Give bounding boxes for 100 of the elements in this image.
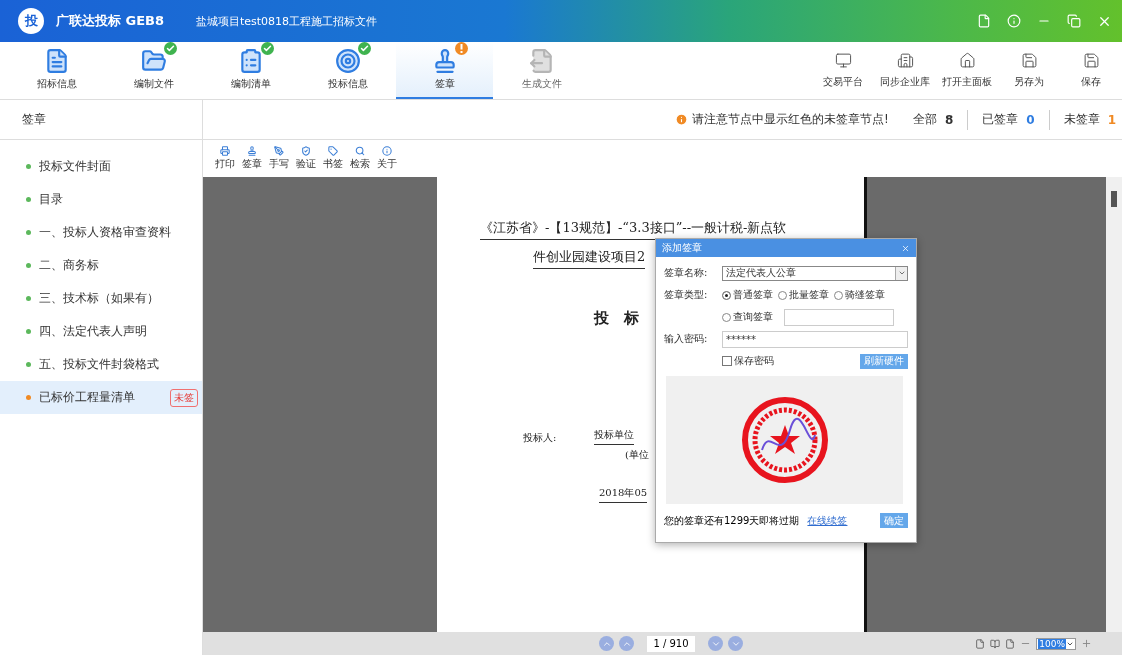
tree-item[interactable]: 二、商务标 (0, 249, 202, 282)
printer-icon (220, 146, 230, 156)
radio-button[interactable] (778, 290, 787, 300)
tree-item[interactable]: 四、法定代表人声明 (0, 315, 202, 348)
password-field[interactable]: ****** (722, 330, 908, 348)
next-page-button[interactable] (708, 636, 723, 651)
scrollbar-thumb[interactable] (1111, 191, 1117, 207)
document-heading: 投 标 (594, 309, 639, 328)
expiry-text: 您的签章还有1299天即将过期 (664, 513, 800, 528)
pdf-tool-button[interactable]: 书签 (321, 146, 345, 171)
toolbar-button[interactable]: 交易平台 (812, 42, 874, 99)
dialog-title: 添加签章 (662, 241, 702, 255)
pdf-tool-button[interactable]: 验证 (294, 146, 318, 171)
radio-option[interactable]: 查询签章 (722, 310, 773, 324)
caret-icon (897, 269, 906, 277)
toolbar-tab[interactable]: 编制文件 (105, 42, 202, 99)
count-value: 0 (1026, 112, 1035, 127)
toolbar-tab[interactable]: 招标信息 (8, 42, 105, 99)
folder-icon (140, 48, 167, 74)
app-name: 广联达投标 GEB8 (56, 12, 166, 30)
tree-item-label: 一、投标人资格审查资料 (39, 224, 172, 241)
field-label: 输入密码: (664, 332, 709, 346)
app-logo: 投 (18, 8, 44, 34)
field-label: 签章类型: (664, 288, 709, 302)
close-icon[interactable] (901, 243, 910, 253)
bidder-note: (单位 (625, 448, 649, 462)
pen-icon (274, 146, 284, 156)
monitor-icon (834, 52, 852, 69)
pdf-tool-button[interactable]: 手写 (267, 146, 291, 171)
page-icon[interactable] (975, 638, 986, 649)
checkbox[interactable] (722, 356, 732, 366)
tree-item-label: 四、法定代表人声明 (39, 323, 148, 340)
query-field[interactable] (784, 308, 894, 326)
info-icon[interactable] (1007, 14, 1021, 28)
pdf-tool-button[interactable]: 关于 (375, 146, 399, 171)
count-label: 未签章 (1063, 111, 1100, 128)
count-value: 8 (944, 112, 954, 127)
radio-button[interactable] (722, 290, 731, 300)
page-icon[interactable] (1005, 638, 1016, 649)
target-icon (334, 48, 361, 74)
radio-button[interactable] (722, 312, 731, 322)
save-as-icon (1020, 52, 1038, 69)
tree-item[interactable]: 投标文件封面 (0, 150, 202, 183)
count-label: 已签章 (982, 111, 1019, 128)
checkbox-option[interactable]: 保存密码 (722, 354, 774, 368)
tree-item-label: 五、投标文件封袋格式 (39, 356, 160, 373)
last-page-button[interactable] (728, 636, 743, 651)
radio-option[interactable]: 批量签章 (778, 288, 829, 302)
scrollbar[interactable] (1106, 177, 1122, 632)
tree-item[interactable]: 已标价工程量清单 未签 (0, 381, 202, 414)
radio-option[interactable]: 普通签章 (722, 288, 773, 302)
section-title: 签章 (0, 100, 203, 139)
renew-link[interactable]: 在线续签 (807, 513, 848, 528)
pdf-tool-button[interactable]: 签章 (240, 146, 264, 171)
info-icon (382, 146, 392, 156)
zoom-in-icon[interactable] (1081, 638, 1092, 649)
shield-icon (301, 146, 311, 156)
toolbar-button[interactable]: 另存为 (998, 42, 1060, 99)
stamp-icon (247, 146, 257, 156)
toolbar-tab[interactable]: 投标信息 (299, 42, 396, 99)
seal-name-select[interactable]: 法定代表人公章 (722, 265, 908, 281)
radio-button[interactable] (834, 290, 843, 300)
search-icon (355, 146, 365, 156)
toolbar-button[interactable]: 保存 (1060, 42, 1122, 99)
warning-icon (675, 113, 689, 126)
bidder-label: 投标人: (523, 431, 557, 445)
tree-item[interactable]: 五、投标文件封袋格式 (0, 348, 202, 381)
restore-icon[interactable] (1067, 14, 1081, 28)
home-icon (958, 52, 976, 69)
tree-item[interactable]: 一、投标人资格审查资料 (0, 216, 202, 249)
notice-text: 请注意节点中显示红色的未签章节点! (692, 111, 889, 128)
tag-icon (328, 146, 338, 156)
tree-item-label: 三、技术标（如果有） (39, 290, 160, 307)
zoom-select[interactable]: 100% (1036, 637, 1076, 650)
tree-item-label: 二、商务标 (39, 257, 100, 274)
toolbar-tab[interactable]: 签章 (396, 42, 493, 99)
tree-item[interactable]: 目录 (0, 183, 202, 216)
toolbar-tab[interactable]: 编制清单 (202, 42, 299, 99)
document-title: 件创业园建设项目2 (533, 248, 646, 269)
first-page-button[interactable] (599, 636, 614, 651)
pdf-tool-button[interactable]: 检索 (348, 146, 372, 171)
page-field[interactable]: 1 / 910 (647, 635, 695, 652)
toolbar-button[interactable]: 同步企业库 (874, 42, 936, 99)
book-icon[interactable] (990, 638, 1001, 649)
tree-item[interactable]: 三、技术标（如果有） (0, 282, 202, 315)
tree-item-label: 已标价工程量清单 (39, 389, 136, 406)
document-date: 2018年05 (599, 486, 648, 503)
tree-item-label: 目录 (39, 191, 64, 208)
count-value: 1 (1107, 112, 1116, 127)
building-icon (896, 52, 914, 69)
radio-option[interactable]: 骑缝签章 (834, 288, 885, 302)
window-title: 盐城项目test0818工程施工招标文件 (196, 13, 378, 29)
toolbar-button[interactable]: 打开主面板 (936, 42, 998, 99)
pdf-tool-button[interactable]: 打印 (213, 146, 237, 171)
field-label: 签章名称: (664, 266, 709, 280)
previous-page-button[interactable] (619, 636, 634, 651)
unsigned-tag: 未签 (170, 388, 198, 407)
bidder-value: 投标单位 (594, 428, 635, 445)
tree-item-label: 投标文件封面 (39, 158, 112, 175)
file-export-icon (528, 48, 555, 74)
